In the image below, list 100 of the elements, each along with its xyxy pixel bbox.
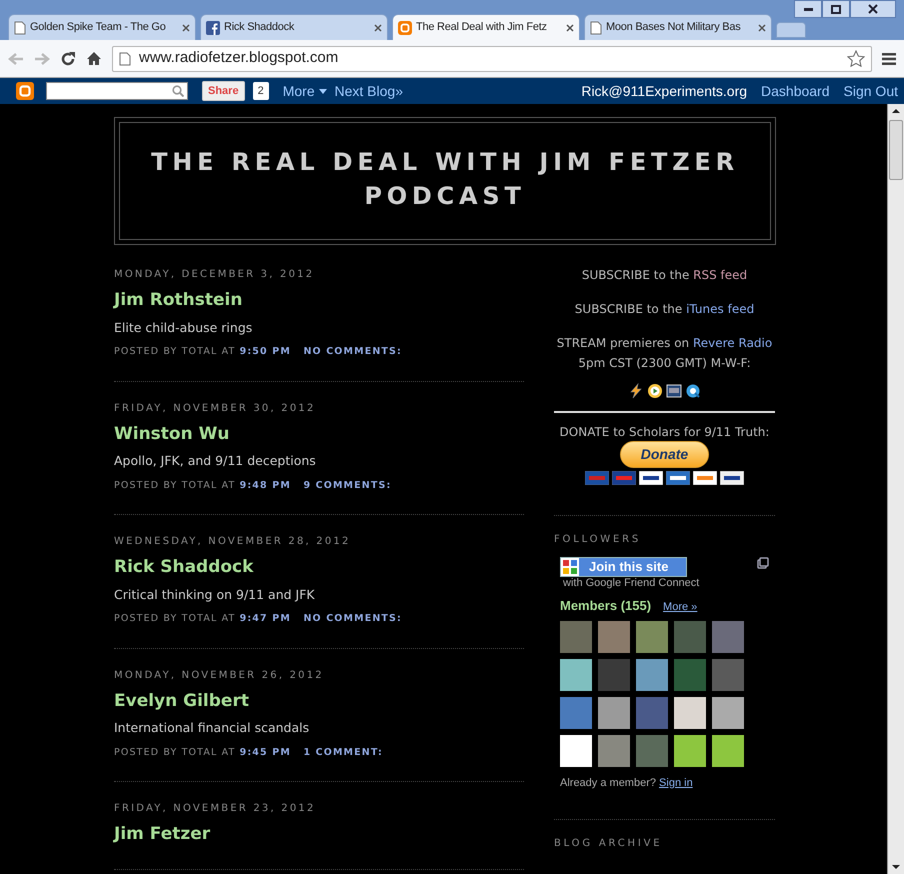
post-time-link[interactable]: 9:45 PM xyxy=(240,746,291,758)
facebook-icon xyxy=(206,20,220,34)
blogger-icon[interactable] xyxy=(16,82,34,100)
member-avatar-photo[interactable] xyxy=(598,696,630,728)
share-button[interactable]: Share xyxy=(202,80,245,102)
play-circle-icon[interactable] xyxy=(647,383,663,399)
menu-icon[interactable] xyxy=(882,52,896,64)
post-byline: POSTED BY TOTAL AT xyxy=(114,346,236,358)
lightning-icon[interactable] xyxy=(628,383,644,399)
members-count: Members (155) xyxy=(560,597,652,615)
dashboard-link[interactable]: Dashboard xyxy=(761,80,830,102)
member-avatar-photo[interactable] xyxy=(598,620,630,652)
join-site-button[interactable]: Join this site xyxy=(560,557,688,577)
member-avatar-photo[interactable] xyxy=(712,734,744,766)
member-avatar-photo[interactable] xyxy=(674,620,706,652)
member-avatar-photo[interactable] xyxy=(636,734,668,766)
close-window-button[interactable] xyxy=(850,0,896,18)
forward-arrow-icon[interactable] xyxy=(34,52,50,66)
post-title-link[interactable]: Winston Wu xyxy=(114,422,230,447)
member-avatar-photo[interactable] xyxy=(674,658,706,690)
member-avatar-photo[interactable] xyxy=(712,620,744,652)
screen-icon[interactable] xyxy=(666,383,682,399)
member-avatar-photo[interactable] xyxy=(560,620,592,652)
post-time-link[interactable]: 9:47 PM xyxy=(240,613,291,624)
payment-card-icon xyxy=(666,471,690,485)
scrollbar-thumb[interactable] xyxy=(889,120,903,180)
star-icon[interactable] xyxy=(847,50,865,67)
post-byline: POSTED BY TOTAL AT xyxy=(114,613,236,624)
popout-icon[interactable] xyxy=(757,557,769,569)
feed-link[interactable]: iTunes feed xyxy=(686,302,754,316)
page-icon xyxy=(119,52,131,66)
donate-text: DONATE to Scholars for 9/11 Truth: xyxy=(558,424,770,441)
member-avatar-photo[interactable] xyxy=(712,658,744,690)
home-icon[interactable] xyxy=(86,51,102,66)
next-blog-link[interactable]: Next Blog» xyxy=(334,80,403,102)
post-title-link[interactable]: Evelyn Gilbert xyxy=(114,688,249,714)
subscribe-text: SUBSCRIBE to the iTunes feed xyxy=(574,301,756,318)
post-time-link[interactable]: 9:48 PM xyxy=(240,480,291,491)
member-avatar-photo[interactable] xyxy=(712,696,744,728)
subscribe-text: SUBSCRIBE to the RSS feed xyxy=(580,267,748,284)
browser-tab[interactable]: The Real Deal with Jim Fetz xyxy=(392,14,580,40)
sign-out-link[interactable]: Sign Out xyxy=(844,80,898,102)
maximize-icon xyxy=(831,4,841,14)
address-bar[interactable]: www.radiofetzer.blogspot.com xyxy=(112,46,872,72)
comments-link[interactable]: 9 COMMENTS: xyxy=(303,480,392,491)
donate-button[interactable]: Donate xyxy=(620,441,710,468)
blog-title: THE REAL DEAL WITH JIM FETZER PODCAST xyxy=(150,147,740,212)
search-field[interactable] xyxy=(46,82,188,100)
close-icon[interactable] xyxy=(182,24,190,32)
post-date: WEDNESDAY, NOVEMBER 28, 2012 xyxy=(114,535,352,549)
tab-title: Golden Spike Team - The Go xyxy=(30,20,167,36)
browser-tab[interactable]: Golden Spike Team - The Go xyxy=(8,14,196,40)
comments-link[interactable]: 1 COMMENT: xyxy=(303,746,383,758)
member-avatar-photo[interactable] xyxy=(560,734,592,766)
member-avatar-photo[interactable] xyxy=(674,696,706,728)
post-date: MONDAY, NOVEMBER 26, 2012 xyxy=(114,668,325,682)
member-avatar-photo[interactable] xyxy=(598,658,630,690)
q-circle-icon[interactable] xyxy=(685,383,701,399)
feed-link[interactable]: RSS feed xyxy=(693,268,748,282)
sign-in-prompt: Already a member? Sign in xyxy=(560,776,694,790)
post-summary: Apollo, JFK, and 9/11 deceptions xyxy=(114,452,317,470)
member-avatar-photo[interactable] xyxy=(560,658,592,690)
sign-in-link[interactable]: Sign in xyxy=(659,776,693,788)
post-title-link[interactable]: Rick Shaddock xyxy=(114,555,254,580)
browser-tab[interactable]: Rick Shaddock xyxy=(200,14,388,40)
more-menu[interactable]: More xyxy=(282,80,326,102)
close-icon[interactable] xyxy=(758,24,766,32)
member-avatar-photo[interactable] xyxy=(636,620,668,652)
minimize-button[interactable] xyxy=(794,0,822,18)
feed-link[interactable]: Revere Radio xyxy=(692,336,772,350)
member-avatar-photo[interactable] xyxy=(674,734,706,766)
subscribe-text: STREAM premieres on Revere Radio 5pm CST (2300 GMT) M-W-F: xyxy=(556,335,774,372)
payment-card-icon xyxy=(585,471,609,485)
post-title-link[interactable]: Jim Fetzer xyxy=(114,822,210,848)
post-time-link[interactable]: 9:50 PM xyxy=(240,346,291,358)
caret-icon xyxy=(318,89,326,94)
google-logo-icon xyxy=(561,558,579,576)
more-members-link[interactable]: More » xyxy=(663,599,698,616)
post-summary: International financial scandals xyxy=(114,719,310,737)
back-arrow-icon[interactable] xyxy=(8,52,24,66)
comments-link[interactable]: NO COMMENTS: xyxy=(303,613,402,624)
close-icon[interactable] xyxy=(566,24,574,32)
blogger-icon xyxy=(398,20,412,34)
payment-card-icon xyxy=(720,471,744,485)
member-avatar-photo[interactable] xyxy=(636,696,668,728)
browser-tab[interactable]: Moon Bases Not Military Bas xyxy=(584,14,772,40)
reload-icon[interactable] xyxy=(60,50,76,66)
member-avatar-photo[interactable] xyxy=(560,696,592,728)
member-avatar-photo[interactable] xyxy=(598,734,630,766)
comments-link[interactable]: NO COMMENTS: xyxy=(303,346,402,358)
payment-card-icon xyxy=(612,471,636,485)
scrollbar[interactable] xyxy=(887,104,904,874)
post-title-link[interactable]: Jim Rothstein xyxy=(114,288,242,314)
search-icon xyxy=(172,85,184,97)
close-icon[interactable] xyxy=(374,24,382,32)
member-avatar-photo[interactable] xyxy=(636,658,668,690)
tab-title: The Real Deal with Jim Fetz xyxy=(416,20,548,36)
user-email: Rick@911Experiments.org xyxy=(581,82,748,101)
payment-card-icon xyxy=(639,471,663,485)
maximize-button[interactable] xyxy=(822,0,850,18)
